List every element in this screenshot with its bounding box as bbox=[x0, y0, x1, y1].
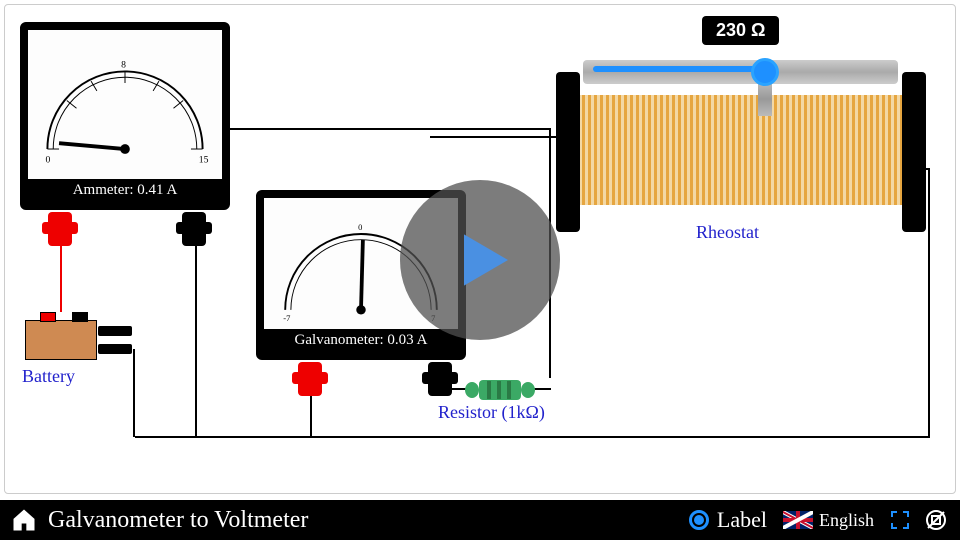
resistor-label: Resistor (1kΩ) bbox=[438, 402, 545, 423]
svg-text:15: 15 bbox=[199, 155, 209, 166]
simulation-stage: 015 8 Ammeter: 0.41 A -77 0 Galvanometer… bbox=[0, 0, 960, 500]
battery bbox=[25, 320, 97, 360]
rheostat-value: 230 Ω bbox=[702, 16, 779, 45]
wire bbox=[133, 349, 135, 437]
battery-terminal-positive[interactable] bbox=[40, 312, 56, 322]
radio-on-icon bbox=[689, 510, 709, 530]
rheostat-coil bbox=[570, 95, 910, 205]
ammeter-terminal-positive[interactable] bbox=[48, 212, 72, 246]
galvanometer-terminal-positive[interactable] bbox=[298, 362, 322, 396]
svg-text:0: 0 bbox=[358, 222, 362, 232]
label-toggle-text: Label bbox=[717, 507, 767, 533]
wire bbox=[225, 128, 550, 130]
svg-text:0: 0 bbox=[45, 155, 50, 166]
wire bbox=[538, 436, 930, 438]
wire bbox=[195, 230, 197, 436]
wire bbox=[135, 436, 540, 438]
battery-plug[interactable] bbox=[98, 326, 132, 336]
ammeter: 0 15 8 Ammeter: 0.41 A bbox=[20, 22, 230, 210]
svg-text:8: 8 bbox=[121, 60, 126, 71]
wire bbox=[928, 168, 930, 436]
fullscreen-icon[interactable] bbox=[888, 508, 912, 532]
galvanometer-terminal-negative[interactable] bbox=[428, 362, 452, 396]
language-label: English bbox=[819, 510, 874, 531]
no-rotate-icon[interactable] bbox=[924, 508, 948, 532]
label-toggle[interactable]: Label bbox=[689, 507, 767, 533]
uk-flag-icon bbox=[783, 511, 813, 529]
language-selector[interactable]: English bbox=[783, 510, 874, 531]
rheostat-end-left bbox=[556, 72, 580, 232]
rheostat-end-right bbox=[902, 72, 926, 232]
battery-terminal-negative[interactable] bbox=[72, 312, 88, 322]
rheostat-label: Rheostat bbox=[696, 222, 759, 243]
resistor bbox=[465, 380, 535, 400]
battery-label: Battery bbox=[22, 366, 75, 387]
galvanometer-caption: Galvanometer: 0.03 A bbox=[264, 329, 458, 352]
wire bbox=[430, 136, 560, 138]
svg-text:-7: -7 bbox=[283, 313, 291, 321]
footer-bar: Galvanometer to Voltmeter Label English bbox=[0, 500, 960, 540]
battery-plug[interactable] bbox=[98, 344, 132, 354]
home-icon[interactable] bbox=[10, 506, 38, 534]
page-title: Galvanometer to Voltmeter bbox=[48, 507, 308, 534]
rheostat-rail bbox=[583, 60, 898, 84]
wire bbox=[534, 388, 551, 390]
ammeter-caption: Ammeter: 0.41 A bbox=[28, 179, 222, 202]
play-button[interactable] bbox=[400, 180, 560, 340]
rheostat-wiper-stem bbox=[758, 82, 772, 116]
ammeter-dial: 0 15 8 bbox=[28, 30, 222, 171]
play-icon bbox=[440, 220, 520, 300]
ammeter-terminal-negative[interactable] bbox=[182, 212, 206, 246]
rheostat-track bbox=[593, 66, 765, 72]
rheostat-slider[interactable] bbox=[751, 58, 779, 86]
